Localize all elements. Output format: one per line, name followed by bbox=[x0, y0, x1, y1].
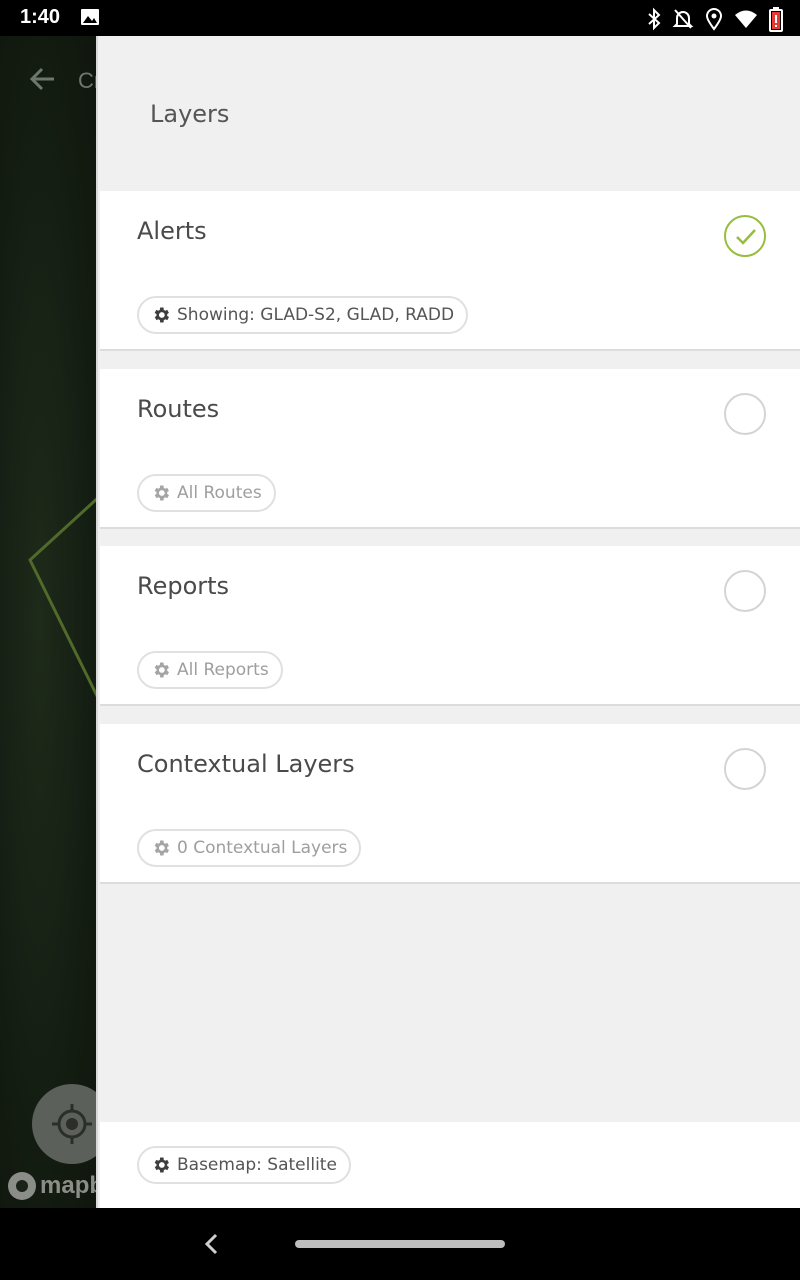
basemap-chip[interactable]: Basemap: Satellite bbox=[137, 1146, 351, 1184]
status-time: 1:40 bbox=[20, 6, 61, 28]
gear-icon bbox=[154, 662, 169, 678]
layer-name-alerts: Alerts bbox=[137, 217, 207, 245]
bluetooth-icon bbox=[648, 7, 661, 31]
crosshair-icon bbox=[52, 1104, 92, 1144]
gear-icon bbox=[154, 1157, 169, 1173]
area-boundary bbox=[28, 494, 100, 703]
drawer-title: Layers bbox=[150, 100, 230, 128]
routes-settings-chip[interactable]: All Routes bbox=[137, 474, 276, 512]
check-icon bbox=[736, 229, 756, 245]
layer-toggle-contextual[interactable] bbox=[724, 748, 766, 790]
locate-button[interactable] bbox=[32, 1084, 100, 1164]
layer-toggle-routes[interactable] bbox=[724, 393, 766, 435]
layer-card-routes: Routes All Routes bbox=[100, 369, 800, 529]
reports-chip-label: All Reports bbox=[177, 660, 269, 680]
status-icons bbox=[646, 6, 784, 32]
gear-icon bbox=[154, 840, 169, 856]
gear-icon bbox=[154, 485, 169, 501]
alerts-chip-label: Showing: GLAD-S2, GLAD, RADD bbox=[177, 305, 455, 325]
navigation-bar bbox=[0, 1208, 800, 1280]
alerts-settings-chip[interactable]: Showing: GLAD-S2, GLAD, RADD bbox=[137, 296, 469, 334]
contextual-chip-label: 0 Contextual Layers bbox=[177, 838, 348, 858]
status-bar: 1:40 bbox=[0, 0, 800, 36]
layer-name-routes: Routes bbox=[137, 395, 220, 423]
layer-toggle-reports[interactable] bbox=[724, 570, 766, 612]
battery-icon bbox=[769, 7, 783, 32]
layer-name-reports: Reports bbox=[137, 572, 230, 600]
layer-toggle-alerts[interactable] bbox=[724, 215, 766, 257]
mapbox-icon bbox=[8, 1172, 36, 1200]
basemap-section: Basemap: Satellite bbox=[100, 1122, 800, 1208]
location-icon bbox=[705, 8, 723, 31]
basemap-chip-label: Basemap: Satellite bbox=[177, 1155, 337, 1175]
mapbox-logo: mapb bbox=[8, 1172, 100, 1200]
routes-chip-label: All Routes bbox=[177, 483, 262, 503]
image-icon bbox=[81, 9, 99, 25]
layer-name-contextual: Contextual Layers bbox=[137, 750, 355, 778]
nav-back-icon[interactable] bbox=[200, 1230, 224, 1258]
mapbox-wordmark: mapb bbox=[40, 1172, 100, 1199]
layer-card-alerts: Alerts Showing: GLAD-S2, GLAD, RADD bbox=[100, 191, 800, 351]
map-view[interactable]: Cr mapb bbox=[0, 36, 100, 1208]
back-arrow-icon[interactable] bbox=[28, 64, 58, 94]
wifi-icon bbox=[735, 10, 757, 28]
home-gesture-bar[interactable] bbox=[295, 1240, 505, 1248]
layer-card-contextual: Contextual Layers 0 Contextual Layers bbox=[100, 724, 800, 884]
reports-settings-chip[interactable]: All Reports bbox=[137, 651, 283, 689]
layers-drawer: Layers Alerts Showing: GLAD-S2, GLAD, RA… bbox=[96, 36, 800, 1208]
layer-card-reports: Reports All Reports bbox=[100, 546, 800, 706]
contextual-settings-chip[interactable]: 0 Contextual Layers bbox=[137, 829, 362, 867]
gear-icon bbox=[154, 307, 169, 323]
notifications-off-icon bbox=[672, 9, 694, 29]
